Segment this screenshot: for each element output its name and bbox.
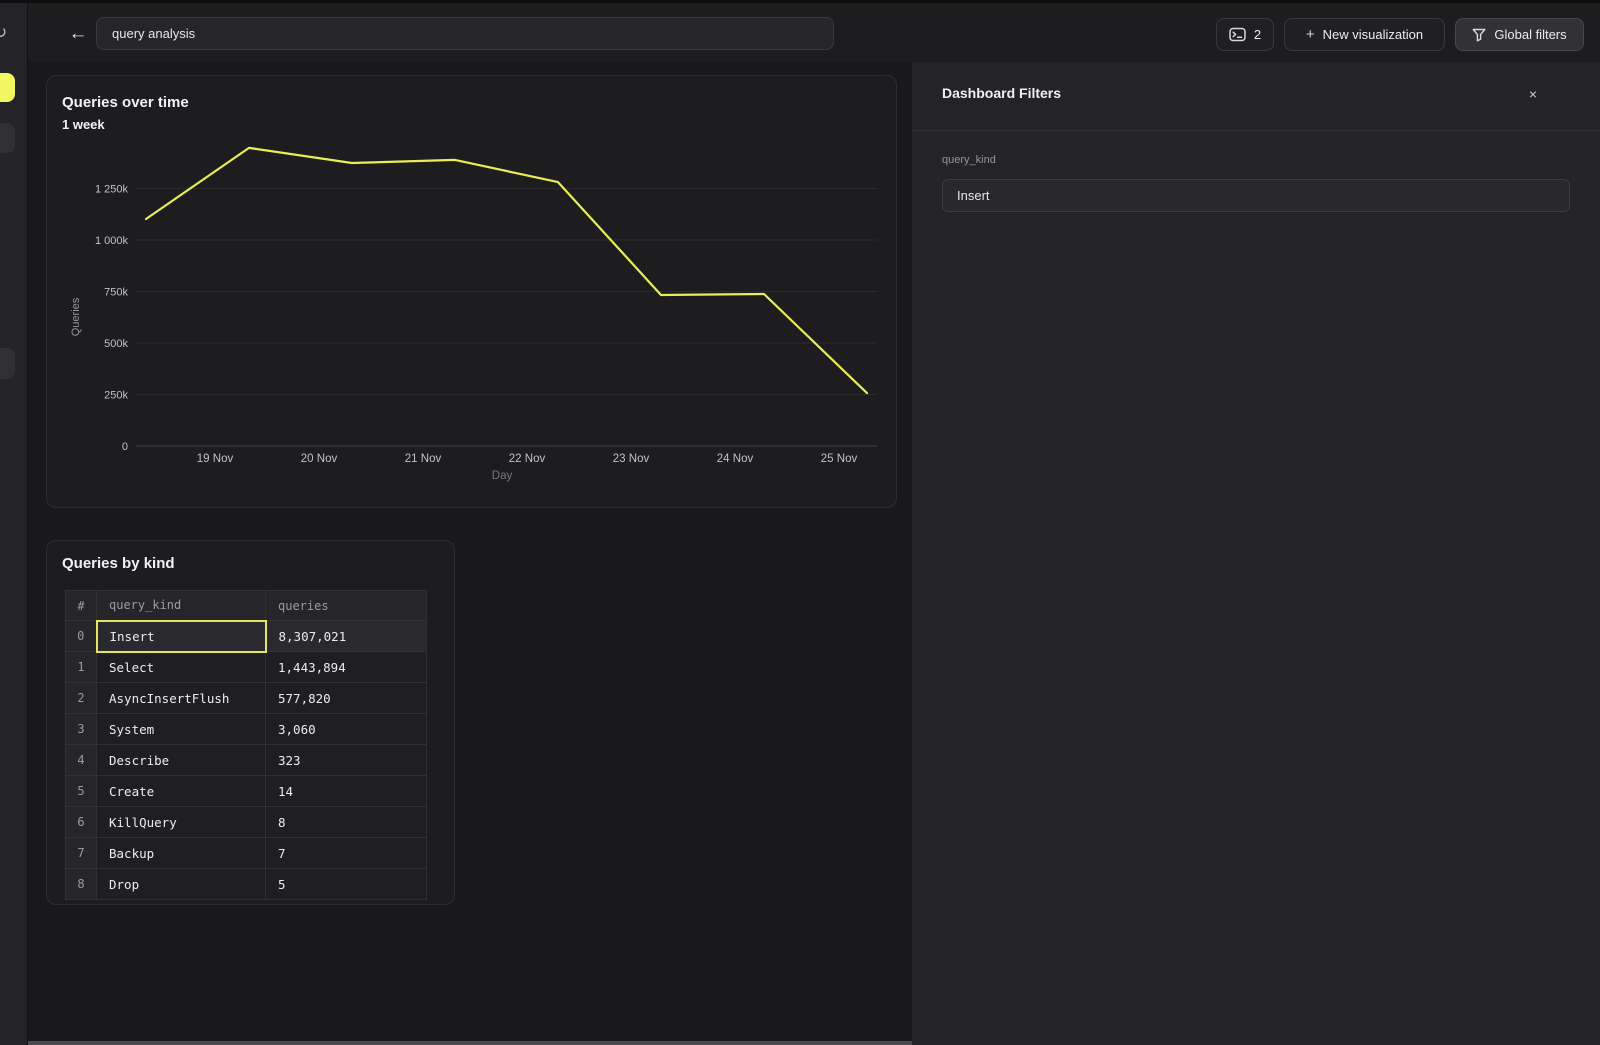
- y-tick-label: 250k: [104, 390, 128, 402]
- y-axis-title: Queries: [70, 297, 82, 336]
- table-row: 7Backup7: [66, 838, 427, 869]
- x-axis-title: Day: [492, 470, 513, 482]
- queries-series-line: [146, 148, 867, 393]
- row-index-cell[interactable]: 0: [66, 621, 97, 652]
- x-tick-label: 25 Nov: [821, 453, 858, 465]
- y-tick-label: 1 000k: [95, 235, 129, 247]
- plus-icon: +: [1306, 26, 1315, 43]
- chart-title: Queries over time: [62, 94, 189, 111]
- row-index-cell[interactable]: 2: [66, 683, 97, 714]
- column-header-queries[interactable]: queries: [266, 591, 427, 621]
- global-filters-button[interactable]: Global filters: [1455, 18, 1584, 51]
- table-row: 1Select1,443,894: [66, 652, 427, 683]
- table-row: 6KillQuery8: [66, 807, 427, 838]
- close-icon[interactable]: ×: [1522, 83, 1544, 105]
- query-kind-cell[interactable]: Select: [97, 652, 266, 683]
- y-tick-label: 750k: [104, 287, 128, 299]
- query-kind-cell[interactable]: Insert: [97, 621, 266, 652]
- sidebar-item[interactable]: [0, 348, 15, 379]
- left-sidebar: ↻: [0, 3, 28, 1045]
- queries-by-kind-table: # query_kind queries 0Insert8,307,0211Se…: [65, 590, 427, 900]
- y-tick-label: 0: [122, 441, 128, 453]
- queries-cell[interactable]: 1,443,894: [266, 652, 427, 683]
- row-index-cell[interactable]: 8: [66, 869, 97, 900]
- queries-cell[interactable]: 8: [266, 807, 427, 838]
- row-index-cell[interactable]: 3: [66, 714, 97, 745]
- chart-subtitle: 1 week: [62, 117, 105, 132]
- table-row: 8Drop5: [66, 869, 427, 900]
- column-header-index[interactable]: #: [66, 591, 97, 621]
- console-window-icon: [1229, 27, 1246, 42]
- x-tick-label: 21 Nov: [405, 453, 442, 465]
- table-row: 2AsyncInsertFlush577,820: [66, 683, 427, 714]
- x-tick-label: 20 Nov: [301, 453, 338, 465]
- query-kind-cell[interactable]: KillQuery: [97, 807, 266, 838]
- table-row: 5Create14: [66, 776, 427, 807]
- panel-divider: [912, 130, 1600, 131]
- x-tick-label: 19 Nov: [197, 453, 234, 465]
- queries-cell[interactable]: 8,307,021: [266, 621, 427, 652]
- filter-field-label: query_kind: [942, 154, 996, 166]
- refresh-icon[interactable]: ↻: [0, 23, 7, 43]
- query-kind-cell[interactable]: Drop: [97, 869, 266, 900]
- y-tick-label: 1 250k: [95, 184, 129, 196]
- table-title: Queries by kind: [62, 555, 175, 572]
- app-window: ↻ ← 2 + New visualization Global filters: [0, 0, 1600, 1045]
- sidebar-item[interactable]: [0, 123, 15, 153]
- x-tick-label: 24 Nov: [717, 453, 754, 465]
- table-row: 0Insert8,307,021: [66, 621, 427, 652]
- query-kind-cell[interactable]: AsyncInsertFlush: [97, 683, 266, 714]
- table-header-row: # query_kind queries: [66, 591, 427, 621]
- new-visualization-button[interactable]: + New visualization: [1284, 18, 1445, 51]
- dashboard-title-input[interactable]: [96, 17, 834, 50]
- new-visualization-label: New visualization: [1323, 27, 1423, 42]
- back-button[interactable]: ←: [66, 20, 90, 48]
- sidebar-item-active-dashboard[interactable]: [0, 73, 15, 102]
- y-tick-label: 500k: [104, 338, 128, 350]
- console-count-button[interactable]: 2: [1216, 18, 1274, 51]
- row-index-cell[interactable]: 7: [66, 838, 97, 869]
- global-filters-label: Global filters: [1494, 27, 1566, 42]
- horizontal-scrollbar[interactable]: [28, 1041, 912, 1045]
- funnel-icon: [1472, 28, 1486, 42]
- top-toolbar: ← 2 + New visualization Global filters: [28, 3, 1600, 62]
- query-kind-cell[interactable]: Backup: [97, 838, 266, 869]
- x-tick-label: 22 Nov: [509, 453, 546, 465]
- queries-cell[interactable]: 3,060: [266, 714, 427, 745]
- queries-cell[interactable]: 577,820: [266, 683, 427, 714]
- queries-over-time-line-chart[interactable]: 0 250k 500k 750k 1 000k 1 250k 19 Nov 20 Nov 21 …: [47, 76, 898, 509]
- chart-card-queries-over-time: 0 250k 500k 750k 1 000k 1 250k 19 Nov 20 Nov 21 …: [46, 75, 897, 508]
- row-index-cell[interactable]: 6: [66, 807, 97, 838]
- query-kind-filter-input[interactable]: [942, 179, 1570, 212]
- row-index-cell[interactable]: 1: [66, 652, 97, 683]
- queries-cell[interactable]: 5: [266, 869, 427, 900]
- table-row: 3System3,060: [66, 714, 427, 745]
- query-kind-cell[interactable]: Create: [97, 776, 266, 807]
- query-kind-cell[interactable]: Describe: [97, 745, 266, 776]
- queries-cell[interactable]: 7: [266, 838, 427, 869]
- console-count: 2: [1254, 27, 1261, 42]
- row-index-cell[interactable]: 4: [66, 745, 97, 776]
- queries-cell[interactable]: 14: [266, 776, 427, 807]
- x-tick-label: 23 Nov: [613, 453, 650, 465]
- query-kind-cell[interactable]: System: [97, 714, 266, 745]
- dashboard-filters-panel: Dashboard Filters × query_kind: [912, 62, 1600, 1045]
- table-card-queries-by-kind: Queries by kind # query_kind queries 0In…: [46, 540, 455, 905]
- queries-cell[interactable]: 323: [266, 745, 427, 776]
- column-header-query-kind[interactable]: query_kind: [97, 591, 266, 621]
- filters-panel-title: Dashboard Filters: [942, 85, 1061, 101]
- table-row: 4Describe323: [66, 745, 427, 776]
- row-index-cell[interactable]: 5: [66, 776, 97, 807]
